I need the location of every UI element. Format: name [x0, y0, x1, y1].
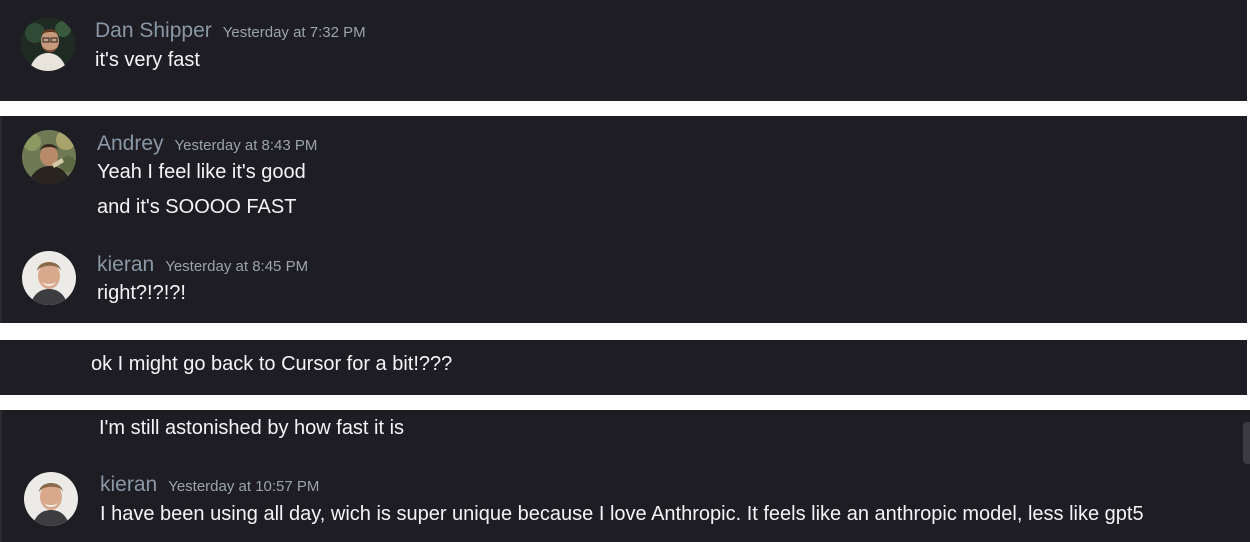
author-name[interactable]: kieran [97, 253, 154, 277]
message-text: I'm still astonished by how fast it is [99, 417, 405, 439]
message-text: ok I might go back to Cursor for a bit!?… [91, 353, 453, 375]
message-header: kieran Yesterday at 8:45 PM [97, 253, 308, 277]
avatar-kieran-icon[interactable] [24, 472, 78, 526]
message-panel-2: Andrey Yesterday at 8:43 PM Yeah I feel … [0, 116, 1247, 323]
message-header: Dan Shipper Yesterday at 7:32 PM [95, 19, 366, 43]
message-text: and it's SOOOO FAST [97, 196, 297, 218]
author-name[interactable]: kieran [100, 473, 157, 497]
message-text: I have been using all day, wich is super… [100, 503, 1144, 525]
scrollbar-handle[interactable] [1243, 422, 1250, 464]
author-name[interactable]: Andrey [97, 132, 164, 156]
author-name[interactable]: Dan Shipper [95, 19, 212, 43]
avatar-kieran-icon[interactable] [22, 251, 76, 305]
avatar-andrey-icon[interactable] [22, 130, 76, 184]
timestamp[interactable]: Yesterday at 10:57 PM [168, 478, 319, 495]
message-text: it's very fast [95, 49, 200, 71]
message-text: Yeah I feel like it's good [97, 161, 306, 183]
message-panel-1: Dan Shipper Yesterday at 7:32 PM it's ve… [0, 0, 1247, 101]
message-panel-3: ok I might go back to Cursor for a bit!?… [0, 340, 1247, 395]
message-text: right?!?!?! [97, 282, 186, 304]
avatar-dan-shipper-icon[interactable] [21, 17, 75, 71]
timestamp[interactable]: Yesterday at 8:43 PM [175, 137, 318, 154]
message-header: kieran Yesterday at 10:57 PM [100, 473, 319, 497]
timestamp[interactable]: Yesterday at 8:45 PM [165, 258, 308, 275]
message-panel-4: I'm still astonished by how fast it is k… [0, 410, 1250, 542]
message-header: Andrey Yesterday at 8:43 PM [97, 132, 317, 156]
timestamp[interactable]: Yesterday at 7:32 PM [223, 24, 366, 41]
